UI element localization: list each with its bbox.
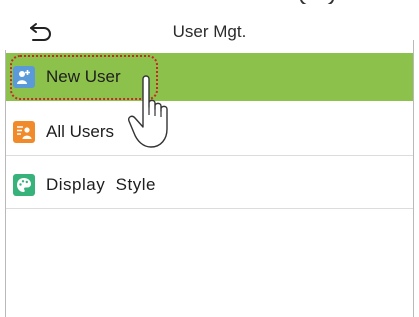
menu-item-new-user[interactable]: New User xyxy=(6,53,413,101)
right-border xyxy=(413,40,414,317)
menu-item-label: New User xyxy=(46,66,121,86)
menu-item-label: Display Style xyxy=(46,174,156,194)
device-top-edge xyxy=(0,0,419,4)
back-button[interactable] xyxy=(26,20,56,44)
header-bar: User Mgt. xyxy=(6,14,413,50)
palette-icon xyxy=(13,173,35,196)
back-arrow-icon xyxy=(30,23,51,41)
menu-item-label: All Users xyxy=(46,121,115,141)
device-screen: User Mgt. New User All Users Display Sty… xyxy=(0,0,419,317)
menu-item-all-users[interactable]: All Users xyxy=(6,108,413,156)
users-list-icon xyxy=(13,120,35,143)
page-title: User Mgt. xyxy=(172,22,247,41)
add-user-icon xyxy=(13,65,35,88)
menu-item-display-style[interactable]: Display Style xyxy=(6,161,413,209)
